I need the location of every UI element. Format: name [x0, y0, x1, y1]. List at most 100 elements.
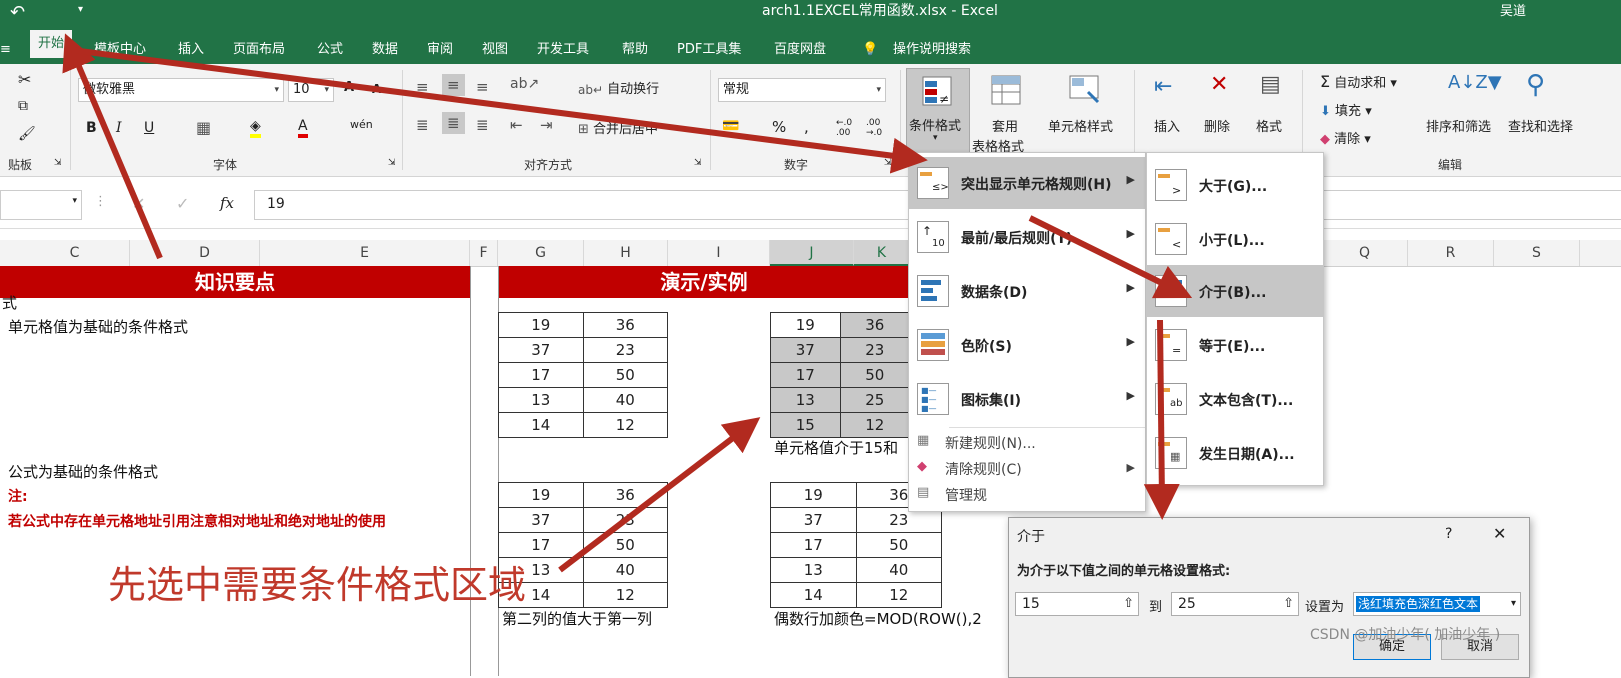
menu-item-icon-sets[interactable]: ■— ■— ■— 图标集(I) ▶	[909, 373, 1145, 425]
format-select[interactable]: 浅红填充色深红色文本 ▾	[1353, 592, 1521, 616]
table-cell[interactable]: 17	[770, 362, 841, 388]
insert-cells-button[interactable]: ⇤ 插入	[1146, 70, 1192, 154]
column-header-i[interactable]: I	[668, 240, 770, 266]
decrease-decimal-icon[interactable]: .00 →.0	[866, 118, 882, 138]
merge-center-button[interactable]: ⊞ 合并后居中	[578, 118, 658, 137]
column-header-g[interactable]: G	[498, 240, 584, 266]
align-center-icon[interactable]: ≣	[442, 112, 465, 134]
caption-second-column[interactable]: 第二列的值大于第一列	[502, 608, 652, 629]
table-cell[interactable]: 12	[582, 582, 668, 608]
align-right-icon[interactable]: ≣	[476, 116, 489, 134]
cut-icon[interactable]: ✂	[18, 70, 31, 89]
tab-baidu-pan[interactable]: 百度网盘	[774, 36, 826, 64]
tab-help[interactable]: 帮助	[622, 36, 648, 64]
column-header-e[interactable]: E	[260, 240, 470, 266]
menu-item-color-scales[interactable]: 色阶(S) ▶	[909, 319, 1145, 371]
table-cell[interactable]: 23	[582, 337, 668, 363]
insert-function-icon[interactable]: fx	[220, 194, 234, 212]
font-name-select[interactable]: 微软雅黑 ▾	[78, 78, 284, 102]
align-top-icon[interactable]: ≡	[416, 78, 429, 96]
phonetic-icon[interactable]: wén	[350, 118, 373, 131]
tab-data[interactable]: 数据	[372, 36, 398, 64]
alignment-launcher-icon[interactable]: ⇲	[694, 158, 702, 168]
tab-insert[interactable]: 插入	[178, 36, 204, 64]
table-cell[interactable]: 17	[770, 532, 857, 558]
comma-icon[interactable]: ,	[804, 118, 809, 136]
delete-cells-button[interactable]: ✕ 删除	[1200, 70, 1246, 154]
table-cell[interactable]: 12	[582, 412, 668, 438]
table-cell[interactable]: 19	[498, 312, 584, 338]
table-cell[interactable]: 36	[582, 312, 668, 338]
table-cell[interactable]: 13	[770, 557, 857, 583]
table-cell[interactable]: 36	[582, 482, 668, 508]
wrap-text-button[interactable]: ab↵ 自动换行	[578, 78, 659, 97]
menu-item-highlight-rules[interactable]: ≤> 突出显示单元格规则(H) ▶	[909, 157, 1145, 209]
conditional-format-button[interactable]: ≠ 条件格式 ▾	[906, 68, 970, 154]
column-header-f[interactable]: F	[470, 240, 498, 266]
border-icon[interactable]: ▦	[196, 118, 211, 137]
submenu-item-between[interactable]: 介于(B)...	[1147, 265, 1323, 317]
table-cell[interactable]: 40	[582, 557, 668, 583]
help-button[interactable]: ?	[1445, 526, 1452, 542]
increase-indent-icon[interactable]: ⇥	[540, 116, 553, 134]
table-cell[interactable]: 50	[582, 532, 668, 558]
cell-text[interactable]: 式	[2, 292, 17, 313]
fill-color-icon[interactable]: ◈	[250, 118, 261, 138]
range-select-icon[interactable]: ⇧	[1123, 593, 1134, 615]
submenu-item-date-occurring[interactable]: ▦ 发生日期(A)...	[1147, 427, 1323, 479]
menu-item-top-bottom-rules[interactable]: ↑ 10 最前/最后规则(T) ▶	[909, 211, 1145, 263]
format-painter-icon[interactable]: 🖌	[18, 126, 36, 142]
cell-text[interactable]: 公式为基础的条件格式	[8, 461, 158, 482]
italic-button[interactable]: I	[116, 120, 122, 136]
caption-even-rows[interactable]: 偶数行加颜色=MOD(ROW(),2	[774, 608, 982, 629]
submenu-item-greater-than[interactable]: > 大于(G)...	[1147, 159, 1323, 211]
note-label[interactable]: 注:	[8, 486, 28, 506]
sort-filter-button[interactable]: A↓Z▼ 排序和筛选	[1426, 70, 1506, 154]
font-launcher-icon[interactable]: ⇲	[388, 158, 396, 168]
increase-font-icon[interactable]: A	[344, 80, 354, 95]
font-color-icon[interactable]: A	[298, 118, 308, 138]
table-cell[interactable]: 17	[498, 362, 584, 388]
increase-decimal-icon[interactable]: ←.0.00	[836, 118, 852, 138]
tab-developer[interactable]: 开发工具	[537, 36, 589, 64]
table-cell[interactable]: 19	[498, 482, 584, 508]
table-cell[interactable]: 23	[839, 337, 910, 363]
align-bottom-icon[interactable]: ≡	[476, 78, 489, 96]
table-cell[interactable]: 12	[855, 582, 942, 608]
note-text[interactable]: 若公式中存在单元格地址引用注意相对地址和绝对地址的使用	[8, 511, 386, 531]
cancel-entry-icon[interactable]: ✕	[132, 194, 145, 213]
table-cell[interactable]: 50	[855, 532, 942, 558]
table-cell[interactable]: 12	[839, 412, 910, 438]
tab-review[interactable]: 审阅	[427, 36, 453, 64]
tab-home[interactable]: 开始	[30, 30, 73, 58]
table-cell[interactable]: 23	[582, 507, 668, 533]
percent-icon[interactable]: %	[772, 118, 786, 136]
to-value-input[interactable]: 25 ⇧	[1171, 592, 1299, 616]
submenu-item-text-contains[interactable]: ab 文本包含(T)...	[1147, 373, 1323, 425]
caption-between[interactable]: 单元格值介于15和	[774, 437, 898, 458]
column-header-s[interactable]: S	[1494, 240, 1580, 266]
orientation-icon[interactable]: ab↗	[510, 76, 539, 92]
undo-icon[interactable]: ↶	[10, 2, 25, 23]
menu-item-clear-rules[interactable]: ◆ 清除规则(C) ▶	[909, 455, 1145, 481]
menu-item-manage-rules[interactable]: ▤ 管理规	[909, 481, 1145, 507]
user-name[interactable]: 吴道	[1500, 0, 1526, 19]
tab-template-center[interactable]: 模板中心	[94, 36, 146, 64]
currency-icon[interactable]: 💳	[722, 118, 739, 134]
table-cell[interactable]: 13	[498, 387, 584, 413]
table-cell[interactable]: 40	[855, 557, 942, 583]
submenu-item-equal-to[interactable]: = 等于(E)...	[1147, 319, 1323, 371]
table-cell[interactable]: 13	[770, 387, 841, 413]
table-cell[interactable]: 14	[770, 582, 857, 608]
autosum-button[interactable]: Σ 自动求和 ▾	[1320, 72, 1397, 91]
column-header-r[interactable]: R	[1408, 240, 1494, 266]
table-cell[interactable]: 37	[770, 507, 857, 533]
menu-item-data-bars[interactable]: 数据条(D) ▶	[909, 265, 1145, 317]
from-value-input[interactable]: 15 ⇧	[1015, 592, 1139, 616]
table-cell[interactable]: 50	[839, 362, 910, 388]
close-button[interactable]: ✕	[1493, 524, 1506, 543]
tab-formulas[interactable]: 公式	[317, 36, 343, 64]
quick-access-dropdown-icon[interactable]: ▾	[78, 4, 83, 15]
cell-text[interactable]: 单元格值为基础的条件格式	[8, 316, 188, 337]
table-cell[interactable]: 37	[498, 337, 584, 363]
